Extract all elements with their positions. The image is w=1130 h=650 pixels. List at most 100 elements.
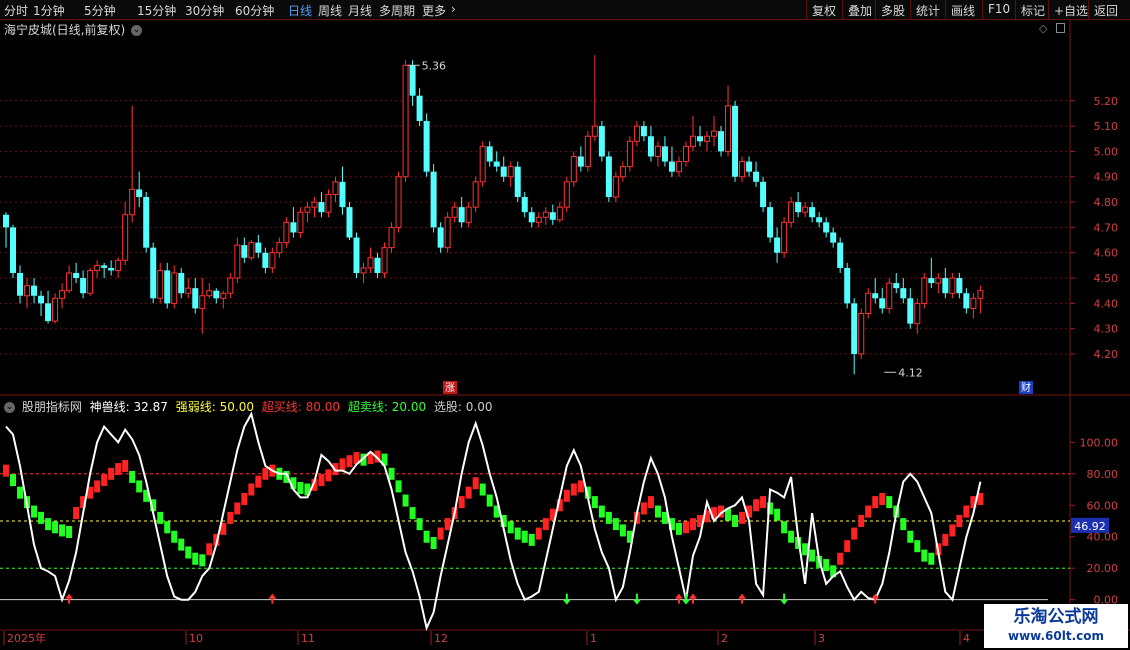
candle-body — [353, 237, 360, 273]
price-tick-label: 4.40 — [1094, 297, 1119, 310]
price-tick-label: 4.30 — [1094, 323, 1119, 336]
candle-body — [248, 242, 255, 259]
indicator-block — [598, 505, 605, 518]
indicator-block — [956, 515, 963, 527]
candle-body — [823, 222, 830, 233]
candle-body — [795, 202, 802, 213]
indicator-tick-label: 20.00 — [1087, 562, 1119, 575]
candle-body — [830, 232, 837, 243]
candle-body — [619, 166, 626, 178]
indicator-block — [886, 496, 893, 509]
low-price-label: 4.12 — [898, 366, 923, 379]
candle-body — [45, 303, 52, 322]
candle-body — [136, 189, 143, 198]
indicator-block — [521, 530, 528, 543]
candle-body — [234, 244, 241, 279]
candle-body — [115, 259, 122, 271]
candle-body — [311, 201, 318, 208]
indicator-block — [914, 540, 921, 553]
candle-body — [339, 181, 346, 208]
indicator-block — [774, 508, 781, 521]
candle-body — [269, 252, 276, 269]
indicator-block — [339, 458, 346, 471]
indicator-label-qiangruo: 强弱线: — [175, 400, 216, 414]
candle-body — [416, 95, 423, 122]
candle-body — [626, 140, 633, 168]
candle-body — [409, 65, 416, 96]
indicator-block — [94, 480, 101, 493]
candle-body — [80, 278, 87, 294]
indicator-block — [928, 552, 935, 565]
indicator-block — [458, 496, 465, 509]
candle-body — [171, 272, 178, 304]
indicator-block — [949, 524, 956, 537]
candle-body — [844, 267, 851, 304]
indicator-block — [563, 489, 570, 502]
indicator-label-chaomai: 超买线: — [261, 400, 302, 414]
indicator-block — [38, 511, 45, 524]
indicator-block — [907, 530, 914, 543]
indicator-block — [248, 483, 255, 496]
candle-body — [928, 278, 935, 284]
indicator-block — [570, 483, 577, 496]
date-axis-label: 12 — [434, 632, 448, 645]
candle-body — [942, 278, 949, 294]
candle-body — [31, 285, 38, 296]
indicator-block — [654, 505, 661, 518]
candle-body — [66, 272, 73, 292]
candle-body — [486, 146, 493, 162]
indicator-block — [388, 467, 395, 480]
candle-body — [865, 292, 872, 314]
indicator-block — [10, 474, 17, 487]
candle-body — [108, 267, 115, 271]
diamond-icon[interactable]: ◇ — [1039, 22, 1047, 35]
indicator-block — [640, 502, 647, 515]
candle-body — [633, 125, 640, 142]
window-toggle-icon[interactable] — [1056, 23, 1065, 33]
indicator-label-chaomai2: 超卖线: — [347, 400, 388, 414]
candle-body — [682, 145, 689, 163]
indicator-block — [900, 518, 907, 531]
candle-body — [213, 290, 220, 299]
date-axis-label: 11 — [301, 632, 315, 645]
price-tick-label: 4.80 — [1094, 196, 1119, 209]
candle-body — [388, 226, 395, 249]
candle-body — [101, 265, 108, 268]
candle-body — [437, 227, 444, 248]
indicator-block — [17, 486, 24, 499]
candle-body — [577, 156, 584, 167]
indicator-value-chaomai: 80.00 — [305, 400, 341, 414]
indicator-block — [45, 518, 52, 531]
indicator-value-qiangruo: 50.00 — [219, 400, 254, 414]
indicator-block — [262, 467, 269, 480]
candle-body — [725, 105, 732, 152]
chevron-down-icon[interactable]: ⌄ — [131, 25, 143, 36]
candle-body — [10, 227, 17, 273]
indicator-block — [507, 521, 514, 534]
indicator-block — [844, 540, 851, 553]
candle-body — [129, 188, 136, 216]
indicator-block — [171, 530, 178, 543]
indicator-block — [851, 527, 858, 540]
candle-body — [220, 292, 227, 299]
indicator-block — [872, 496, 879, 509]
candle-body — [886, 282, 893, 309]
candle-body — [479, 145, 486, 183]
candle-body — [325, 193, 332, 213]
current-value-label: 46.92 — [1074, 520, 1106, 533]
candle-body — [879, 298, 886, 309]
indicator-block — [689, 518, 696, 531]
candle-body — [851, 303, 858, 355]
indicator-block — [136, 480, 143, 493]
candle-body — [732, 105, 739, 177]
candle-body — [907, 298, 914, 324]
candle-body — [38, 295, 45, 304]
candle-body — [535, 216, 542, 223]
candle-body — [921, 277, 928, 304]
candle-body — [423, 121, 430, 172]
indicator-block — [325, 469, 332, 482]
candle-body — [809, 207, 816, 218]
indicator-block — [423, 530, 430, 543]
chevron-down-icon[interactable]: ⌄ — [4, 402, 15, 413]
candle-body — [718, 131, 725, 152]
